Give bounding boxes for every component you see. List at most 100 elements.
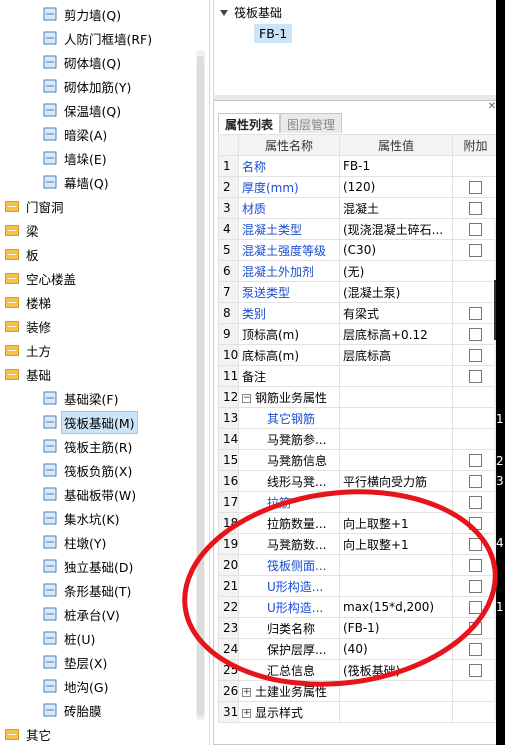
tree-leaf-item[interactable]: 条形基础(T) bbox=[42, 578, 131, 602]
expand-arrow-icon[interactable] bbox=[220, 9, 228, 16]
property-row[interactable]: 7 泵送类型 (混凝土泵) bbox=[218, 281, 499, 303]
property-row[interactable]: 19 马凳筋数... 向上取整+1 bbox=[218, 533, 499, 555]
tree-leaf-item[interactable]: 筏板主筋(R) bbox=[42, 434, 132, 458]
property-row[interactable]: 2 厚度(mm) (120) bbox=[218, 176, 499, 198]
property-value[interactable]: 向上取整+1 bbox=[339, 512, 453, 534]
property-row[interactable]: 26 + 土建业务属性 bbox=[218, 680, 499, 702]
property-value[interactable]: 层底标高+0.12 bbox=[339, 323, 453, 345]
property-value[interactable]: (筏板基础) bbox=[339, 659, 453, 681]
property-value[interactable]: (现浇混凝土碎石... bbox=[339, 218, 453, 240]
tree-group-item[interactable]: 基础 bbox=[4, 362, 51, 386]
property-value[interactable] bbox=[339, 407, 453, 429]
property-value[interactable] bbox=[339, 386, 453, 408]
property-value[interactable]: (无) bbox=[339, 260, 453, 282]
additional-checkbox[interactable] bbox=[469, 559, 482, 572]
property-value[interactable]: 层底标高 bbox=[339, 344, 453, 366]
property-row[interactable]: 11 备注 bbox=[218, 365, 499, 387]
left-scrollbar-thumb[interactable] bbox=[197, 56, 204, 716]
additional-checkbox[interactable] bbox=[469, 622, 482, 635]
additional-checkbox[interactable] bbox=[469, 181, 482, 194]
tree-leaf-item[interactable]: 剪力墙(Q) bbox=[42, 2, 121, 26]
tree-leaf-item[interactable]: 墙垛(E) bbox=[42, 146, 107, 170]
property-value[interactable] bbox=[339, 428, 453, 450]
tree-leaf-item[interactable]: 地沟(G) bbox=[42, 674, 108, 698]
component-item-fb1[interactable]: FB-1 bbox=[254, 24, 293, 43]
tree-leaf-item[interactable]: 柱墩(Y) bbox=[42, 530, 106, 554]
tree-leaf-item[interactable]: 桩承台(V) bbox=[42, 602, 120, 626]
property-row[interactable]: 12− 钢筋业务属性 bbox=[218, 386, 499, 408]
additional-checkbox[interactable] bbox=[469, 475, 482, 488]
property-row[interactable]: 4 混凝土类型 (现浇混凝土碎石... bbox=[218, 218, 499, 240]
property-row[interactable]: 17 拉筋 bbox=[218, 491, 499, 513]
property-value[interactable]: (混凝土泵) bbox=[339, 281, 453, 303]
additional-checkbox[interactable] bbox=[469, 538, 482, 551]
additional-checkbox[interactable] bbox=[469, 580, 482, 593]
additional-checkbox[interactable] bbox=[469, 664, 482, 677]
expand-icon[interactable]: + bbox=[242, 708, 251, 718]
additional-checkbox[interactable] bbox=[469, 454, 482, 467]
property-value[interactable] bbox=[339, 701, 453, 723]
tree-leaf-item[interactable]: 暗梁(A) bbox=[42, 122, 107, 146]
property-value[interactable]: 向上取整+1 bbox=[339, 533, 453, 555]
tree-leaf-item[interactable]: 砌体墙(Q) bbox=[42, 50, 121, 74]
additional-checkbox[interactable] bbox=[469, 643, 482, 656]
property-row[interactable]: 16 线形马凳... 平行横向受力筋 bbox=[218, 470, 499, 492]
property-value[interactable] bbox=[339, 554, 453, 576]
property-row[interactable]: 18 拉筋数量... 向上取整+1 bbox=[218, 512, 499, 534]
property-row[interactable]: 15 马凳筋信息 bbox=[218, 449, 499, 471]
additional-checkbox[interactable] bbox=[469, 202, 482, 215]
property-row[interactable]: 8 类别 有梁式 bbox=[218, 302, 499, 324]
additional-checkbox[interactable] bbox=[469, 517, 482, 530]
tab-layer-management[interactable]: 图层管理 bbox=[280, 113, 343, 133]
property-value[interactable] bbox=[339, 365, 453, 387]
property-row[interactable]: 23 归类名称 (FB-1) bbox=[218, 617, 499, 639]
tree-group-item[interactable]: 门窗洞 bbox=[4, 194, 64, 218]
tree-leaf-item[interactable]: 基础板带(W) bbox=[42, 482, 136, 506]
property-row[interactable]: 9 顶标高(m) 层底标高+0.12 bbox=[218, 323, 499, 345]
property-value[interactable]: max(15*d,200) bbox=[339, 596, 453, 618]
component-tree-root[interactable]: 筏板基础 bbox=[220, 4, 282, 21]
additional-checkbox[interactable] bbox=[469, 223, 482, 236]
additional-checkbox[interactable] bbox=[469, 328, 482, 341]
tree-leaf-item[interactable]: 基础梁(F) bbox=[42, 386, 118, 410]
additional-checkbox[interactable] bbox=[469, 601, 482, 614]
tree-leaf-item[interactable]: 砌体加筋(Y) bbox=[42, 74, 131, 98]
property-row[interactable]: 25 汇总信息 (筏板基础) bbox=[218, 659, 499, 681]
tree-group-item[interactable]: 空心楼盖 bbox=[4, 266, 76, 290]
property-row[interactable]: 1 名称 FB-1 bbox=[218, 155, 499, 177]
tree-group-item[interactable]: 土方 bbox=[4, 338, 51, 362]
property-value[interactable]: 有梁式 bbox=[339, 302, 453, 324]
property-value[interactable]: (40) bbox=[339, 638, 453, 660]
property-value[interactable] bbox=[339, 680, 453, 702]
additional-checkbox[interactable] bbox=[469, 349, 482, 362]
tree-leaf-item[interactable]: 筏板基础(M) bbox=[42, 410, 138, 434]
property-value[interactable]: (C30) bbox=[339, 239, 453, 261]
property-row[interactable]: 3 材质 混凝土 bbox=[218, 197, 499, 219]
tree-leaf-item[interactable]: 独立基础(D) bbox=[42, 554, 133, 578]
property-value[interactable]: (FB-1) bbox=[339, 617, 453, 639]
property-value[interactable] bbox=[339, 491, 453, 513]
tree-group-item[interactable]: 装修 bbox=[4, 314, 51, 338]
tree-leaf-item[interactable]: 砖胎膜 bbox=[42, 698, 102, 722]
tree-group-item[interactable]: 梁 bbox=[4, 218, 39, 242]
tree-group-item[interactable]: 楼梯 bbox=[4, 290, 51, 314]
collapse-icon[interactable]: − bbox=[242, 393, 251, 403]
tree-group-item[interactable]: 其它 bbox=[4, 722, 51, 745]
tree-leaf-item[interactable]: 筏板负筋(X) bbox=[42, 458, 132, 482]
tree-leaf-item[interactable]: 幕墙(Q) bbox=[42, 170, 109, 194]
additional-checkbox[interactable] bbox=[469, 307, 482, 320]
property-row[interactable]: 6 混凝土外加剂 (无) bbox=[218, 260, 499, 282]
left-scrollbar[interactable] bbox=[196, 50, 205, 720]
property-row[interactable]: 21 U形构造... bbox=[218, 575, 499, 597]
additional-checkbox[interactable] bbox=[469, 244, 482, 257]
property-row[interactable]: 22 U形构造... max(15*d,200) bbox=[218, 596, 499, 618]
property-row[interactable]: 31 + 显示样式 bbox=[218, 701, 499, 723]
tree-leaf-item[interactable]: 人防门框墙(RF) bbox=[42, 26, 152, 50]
property-row[interactable]: 24 保护层厚... (40) bbox=[218, 638, 499, 660]
property-value[interactable]: 混凝土 bbox=[339, 197, 453, 219]
close-icon[interactable]: ✕ bbox=[488, 101, 496, 112]
property-row[interactable]: 5 混凝土强度等级 (C30) bbox=[218, 239, 499, 261]
property-value[interactable] bbox=[339, 449, 453, 471]
tree-leaf-item[interactable]: 集水坑(K) bbox=[42, 506, 119, 530]
tree-leaf-item[interactable]: 桩(U) bbox=[42, 626, 95, 650]
